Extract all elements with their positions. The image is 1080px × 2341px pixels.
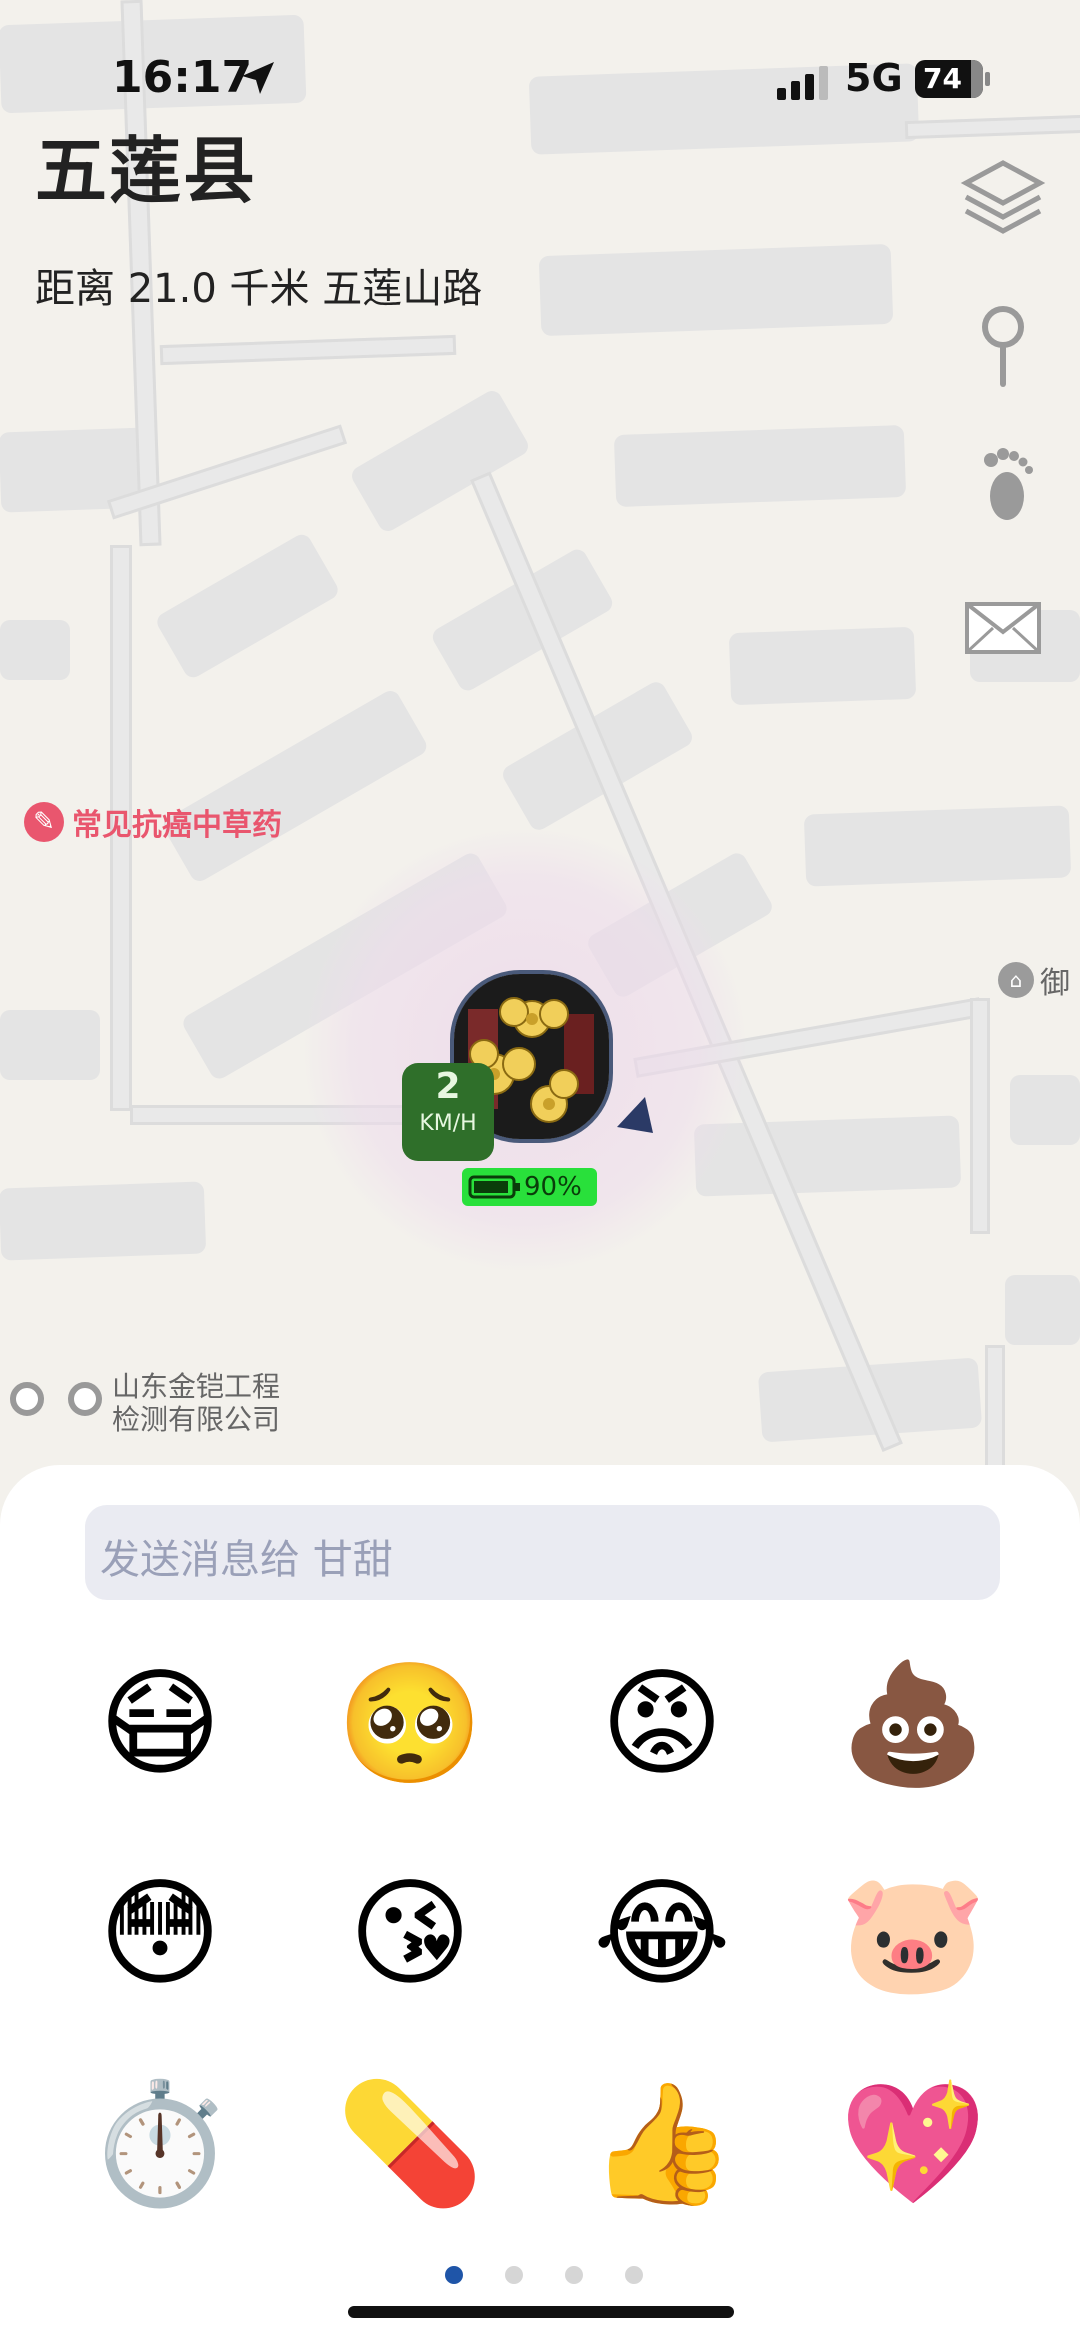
house-icon: ⌂ — [998, 962, 1034, 998]
poi-company[interactable]: 山东金铠工程 检测有限公司 — [112, 1370, 280, 1436]
location-arrow-icon — [242, 62, 274, 94]
map-block — [0, 1181, 207, 1261]
poi-label: 御 — [1040, 966, 1070, 1001]
map-block — [728, 626, 917, 706]
battery-level: 74 — [923, 62, 962, 95]
battery-empty-part — [971, 60, 983, 98]
poi-dot-icon — [68, 1382, 102, 1416]
message-button[interactable] — [955, 580, 1051, 676]
poi-label: 常见抗癌中草药 — [72, 808, 282, 843]
map-block — [538, 243, 894, 337]
map-block — [0, 620, 70, 680]
place-title: 五莲县 — [35, 129, 258, 213]
battery-icon — [468, 1175, 520, 1199]
poi-herb-medicine[interactable]: ✎ 常见抗癌中草药 — [24, 800, 282, 844]
signal-icon — [777, 66, 828, 100]
heading-arrow-icon — [617, 1097, 653, 1133]
map-road — [159, 334, 457, 366]
map-block — [0, 1010, 100, 1080]
map-block — [693, 1115, 962, 1197]
emoji-flushed-button[interactable]: 😳 — [85, 1858, 235, 2008]
pill-icon: ✎ — [24, 802, 64, 842]
poi-dot-icon — [10, 1382, 44, 1416]
map-road — [904, 114, 1080, 140]
layers-button[interactable] — [955, 150, 1051, 246]
message-input-placeholder: 发送消息给 甘甜 — [100, 1537, 393, 1583]
speed-value: 2 — [435, 1066, 461, 1107]
location-pin-icon — [982, 306, 1024, 387]
page-dot-locked[interactable] — [625, 2266, 643, 2284]
page-dot-locked[interactable] — [565, 2266, 583, 2284]
emoji-sparkling-heart-button[interactable]: 💖 — [838, 2068, 988, 2218]
battery-tip — [985, 72, 990, 86]
distance-info: 距离 21.0 千米 五莲山路 — [35, 266, 483, 312]
speed-unit: KM/H — [419, 1111, 477, 1136]
footprints-icon — [984, 448, 1033, 520]
layers-icon — [960, 160, 1046, 234]
poi-edge[interactable]: ⌂ 御 — [998, 958, 1070, 1002]
map-block — [803, 805, 1072, 887]
mail-icon — [965, 602, 1041, 654]
battery-indicator: 74 — [915, 60, 983, 98]
emoji-pig-button[interactable]: 🐷 — [838, 1858, 988, 2008]
company-label-line: 检测有限公司 — [112, 1403, 281, 1436]
emoji-angry-button[interactable]: 😡 — [587, 1648, 737, 1798]
emoji-joy-button[interactable]: 😂 — [587, 1858, 737, 2008]
network-type: 5G — [845, 56, 903, 100]
footprints-button[interactable] — [955, 435, 1051, 531]
device-battery-badge: 90% — [462, 1168, 597, 1206]
speed-badge: 2 KM/H — [402, 1063, 494, 1161]
page-dot-active[interactable] — [445, 2266, 463, 2284]
emoji-poop-button[interactable]: 💩 — [838, 1648, 988, 1798]
map-block — [1005, 1275, 1080, 1345]
status-bar: 16:17 5G 74 — [0, 50, 1080, 110]
page-dot-locked[interactable] — [505, 2266, 523, 2284]
map-block — [1010, 1075, 1080, 1145]
location-pin-button[interactable] — [955, 300, 1051, 396]
map-block — [153, 531, 342, 681]
map-block — [613, 424, 907, 508]
emoji-kiss-button[interactable]: 😘 — [335, 1858, 485, 2008]
emoji-pleading-button[interactable]: 🥺 — [335, 1648, 485, 1798]
home-indicator[interactable] — [348, 2306, 734, 2318]
emoji-stopwatch-button[interactable]: ⏱️ — [85, 2068, 235, 2218]
map-road — [970, 998, 990, 1234]
page-indicator[interactable] — [445, 2262, 645, 2288]
emoji-pill-button[interactable]: 💊 — [335, 2068, 485, 2218]
emoji-mask-button[interactable]: 😷 — [85, 1648, 235, 1798]
emoji-thumbs-up-button[interactable]: 👍 — [587, 2068, 737, 2218]
device-battery-value: 90% — [524, 1172, 582, 1202]
message-input[interactable]: 发送消息给 甘甜 — [85, 1505, 1000, 1600]
company-label-line: 山东金铠工程 — [112, 1370, 281, 1403]
map-block — [160, 687, 430, 885]
status-time: 16:17 — [112, 52, 253, 103]
map-view[interactable]: ✎ 常见抗癌中草药 ⌂ 御 山东金铠工程 检测有限公司 2 KM/H 90% — [0, 0, 1080, 1500]
